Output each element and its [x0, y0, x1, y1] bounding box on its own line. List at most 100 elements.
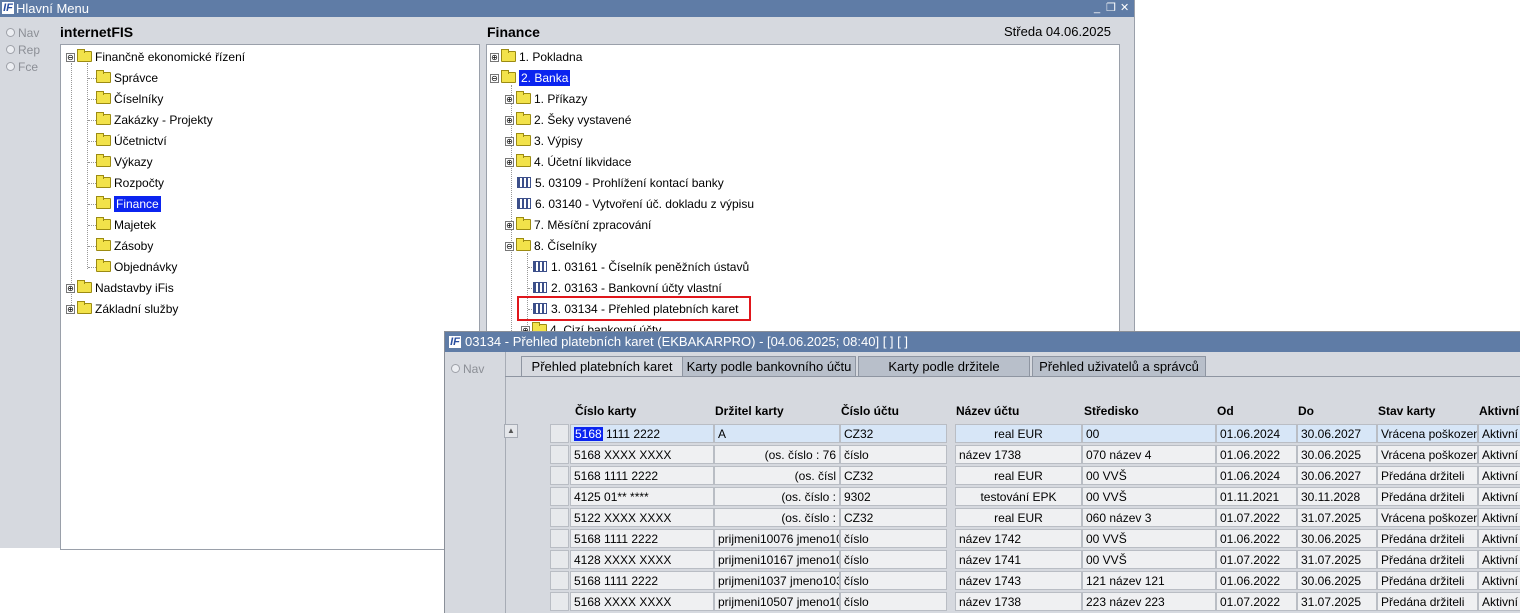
cell-card-number[interactable]: 5168 XXXX XXXX: [570, 592, 714, 611]
tree-item-mesicni[interactable]: ⊕ 7. Měsíční zpracování: [505, 216, 651, 234]
cell-from[interactable]: 01.07.2022: [1216, 508, 1297, 527]
close-icon[interactable]: ✕: [1120, 0, 1129, 17]
cell-from[interactable]: 01.06.2022: [1216, 529, 1297, 548]
cell-account[interactable]: CZ32: [840, 508, 947, 527]
collapse-icon[interactable]: ⊖: [66, 53, 75, 62]
radio-rep[interactable]: Rep: [6, 43, 40, 57]
cell-from[interactable]: 01.07.2022: [1216, 592, 1297, 611]
row-selector[interactable]: [550, 592, 569, 611]
cell-holder[interactable]: prijmeni1037 jmeno1037: [714, 571, 840, 590]
cell-card-number[interactable]: 5168 1111 2222: [570, 466, 714, 485]
cell-account[interactable]: číslo: [840, 550, 947, 569]
cell-active[interactable]: Aktivní: [1478, 424, 1520, 443]
radio-nav[interactable]: Nav: [451, 362, 484, 376]
col-do[interactable]: Do: [1298, 404, 1314, 418]
tab-prehled-karet[interactable]: Přehled platebních karet: [521, 356, 683, 377]
cell-to[interactable]: 30.06.2027: [1297, 466, 1377, 485]
tab-uzivatele-spravci[interactable]: Přehled uživatelů a správců: [1032, 356, 1206, 377]
tree-item-majetek[interactable]: Majetek: [96, 216, 156, 234]
tab-karty-podle-drzitele[interactable]: Karty podle držitele: [858, 356, 1030, 377]
cell-holder[interactable]: (os. číslo :: [714, 508, 840, 527]
tree-item-03163[interactable]: 2. 03163 - Bankovní účty vlastní: [533, 279, 722, 297]
cell-from[interactable]: 01.11.2021: [1216, 487, 1297, 506]
cell-account-name[interactable]: název 1738: [955, 592, 1082, 611]
expand-icon[interactable]: ⊕: [505, 116, 514, 125]
cell-status[interactable]: Předána držiteli: [1377, 487, 1478, 506]
col-nazev-uctu[interactable]: Název účtu: [956, 404, 1019, 418]
tree-item-spravce[interactable]: Správce: [96, 69, 158, 87]
cell-account-name[interactable]: název 1741: [955, 550, 1082, 569]
row-selector[interactable]: [550, 508, 569, 527]
tree-item-nadstavby[interactable]: ⊕ Nadstavby iFis: [66, 279, 174, 297]
cell-card-number[interactable]: 5168 1111 2222: [570, 529, 714, 548]
cell-holder[interactable]: (os. číslo :: [714, 487, 840, 506]
expand-icon[interactable]: ⊕: [505, 95, 514, 104]
tree-item-zakladni-sluzby[interactable]: ⊕ Základní služby: [66, 300, 178, 318]
cell-center[interactable]: 00 VVŠ: [1082, 529, 1216, 548]
cell-active[interactable]: Aktivní: [1478, 571, 1520, 590]
tree-item-seky[interactable]: ⊕ 2. Šeky vystavené: [505, 111, 631, 129]
cell-account[interactable]: číslo: [840, 571, 947, 590]
row-selector[interactable]: [550, 571, 569, 590]
cell-from[interactable]: 01.06.2022: [1216, 571, 1297, 590]
cell-active[interactable]: Aktivní: [1478, 529, 1520, 548]
cell-center[interactable]: 00 VVŠ: [1082, 550, 1216, 569]
collapse-icon[interactable]: ⊖: [490, 74, 499, 83]
cell-card-number[interactable]: 5122 XXXX XXXX: [570, 508, 714, 527]
cell-status[interactable]: Předána držiteli: [1377, 571, 1478, 590]
cell-status[interactable]: Předána držiteli: [1377, 529, 1478, 548]
expand-icon[interactable]: ⊕: [490, 53, 499, 62]
row-selector[interactable]: [550, 529, 569, 548]
cell-card-number[interactable]: 5168 XXXX XXXX: [570, 445, 714, 464]
cell-holder[interactable]: prijmeni10076 jmeno10076: [714, 529, 840, 548]
row-selector[interactable]: [550, 424, 569, 443]
cell-account-name[interactable]: real EUR: [955, 424, 1082, 443]
col-stav-karty[interactable]: Stav karty: [1378, 404, 1435, 418]
tree-item-finance[interactable]: Finance: [96, 195, 161, 213]
row-selector[interactable]: [550, 550, 569, 569]
cell-to[interactable]: 31.07.2025: [1297, 592, 1377, 611]
cell-account-name[interactable]: název 1743: [955, 571, 1082, 590]
cell-account-name[interactable]: real EUR: [955, 466, 1082, 485]
expand-icon[interactable]: ⊕: [505, 221, 514, 230]
cell-holder[interactable]: (os. číslo : 76: [714, 445, 840, 464]
tree-item-ciselniky[interactable]: Číselníky: [96, 90, 163, 108]
cell-center[interactable]: 00: [1082, 424, 1216, 443]
tree-item-03161[interactable]: 1. 03161 - Číselník peněžních ústavů: [533, 258, 749, 276]
cell-to[interactable]: 30.06.2025: [1297, 571, 1377, 590]
cell-to[interactable]: 31.07.2025: [1297, 508, 1377, 527]
tree-item-ucetnictvi[interactable]: Účetnictví: [96, 132, 167, 150]
col-cislo-uctu[interactable]: Číslo účtu: [841, 404, 899, 418]
row-selector[interactable]: [550, 445, 569, 464]
cell-account[interactable]: číslo: [840, 592, 947, 611]
row-selector[interactable]: [550, 487, 569, 506]
cell-account-name[interactable]: název 1742: [955, 529, 1082, 548]
cell-active[interactable]: Aktivní: [1478, 487, 1520, 506]
cell-from[interactable]: 01.07.2022: [1216, 550, 1297, 569]
cell-status[interactable]: Předána držiteli: [1377, 592, 1478, 611]
cell-from[interactable]: 01.06.2024: [1216, 466, 1297, 485]
col-stredisko[interactable]: Středisko: [1084, 404, 1139, 418]
cell-status[interactable]: Vrácena poškozená: [1377, 445, 1478, 464]
tree-item-banka[interactable]: ⊖ 2. Banka: [490, 69, 571, 87]
tree-item-zasoby[interactable]: Zásoby: [96, 237, 153, 255]
cell-to[interactable]: 30.06.2027: [1297, 424, 1377, 443]
expand-icon[interactable]: ⊕: [505, 158, 514, 167]
cell-active[interactable]: Aktivní: [1478, 592, 1520, 611]
cell-to[interactable]: 30.06.2025: [1297, 445, 1377, 464]
expand-icon[interactable]: ⊕: [66, 305, 75, 314]
minimize-icon[interactable]: _: [1094, 0, 1100, 17]
cell-active[interactable]: Aktivní: [1478, 508, 1520, 527]
tree-item-vypisy[interactable]: ⊕ 3. Výpisy: [505, 132, 583, 150]
col-aktivni[interactable]: Aktivní: [1479, 404, 1519, 418]
cell-account-name[interactable]: testování EPK: [955, 487, 1082, 506]
cell-status[interactable]: Vrácena poškozená: [1377, 508, 1478, 527]
cell-card-number[interactable]: 4128 XXXX XXXX: [570, 550, 714, 569]
radio-nav[interactable]: Nav: [6, 26, 39, 40]
col-cislo-karty[interactable]: Číslo karty: [575, 404, 636, 418]
expand-icon[interactable]: ⊕: [66, 284, 75, 293]
cell-holder[interactable]: prijmeni10507 jmeno10507: [714, 592, 840, 611]
cell-holder[interactable]: prijmeni10167 jmeno10167: [714, 550, 840, 569]
cell-account[interactable]: CZ32: [840, 466, 947, 485]
col-drzitel[interactable]: Držitel karty: [715, 404, 784, 418]
